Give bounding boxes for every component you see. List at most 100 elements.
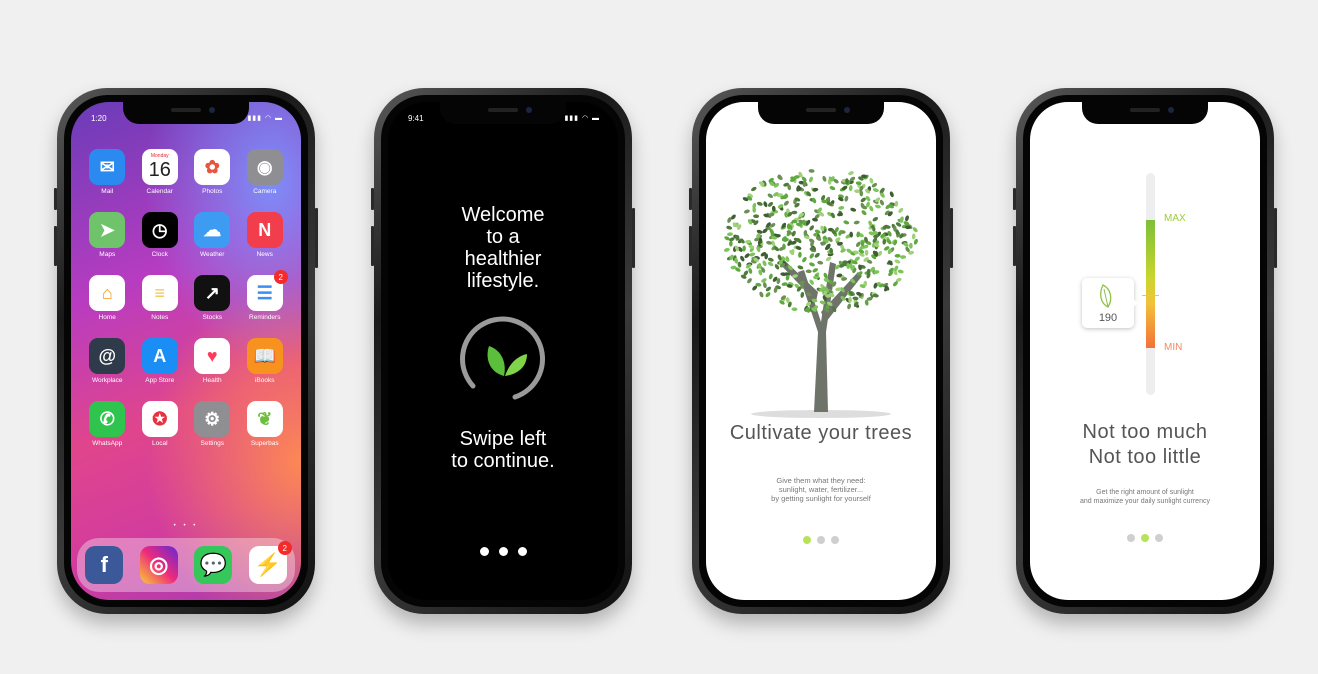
app-local[interactable]: ✪ Local [134, 401, 187, 447]
superbas-leaf-icon[interactable]: ❦ [246, 401, 283, 437]
leaf [861, 210, 867, 216]
sunlight-screen: MAX MIN 190 Not too much Not too little … [1030, 102, 1260, 600]
stocks-icon[interactable]: ↗ [194, 275, 231, 311]
reminders-icon[interactable]: ☰ 2 [246, 270, 288, 311]
app-calendar[interactable]: Monday 16 Calendar [134, 149, 187, 195]
dot[interactable] [1155, 534, 1163, 542]
app-ibooks[interactable]: 📖 iBooks [239, 338, 292, 384]
leaf [869, 205, 874, 212]
settings-icon[interactable]: ⚙ [194, 401, 231, 437]
app-label: Camera [253, 188, 277, 195]
leaf [809, 176, 813, 183]
leaf [763, 201, 768, 208]
home-icon[interactable]: ⌂ [89, 275, 126, 311]
dot[interactable] [1127, 534, 1135, 542]
app-clock[interactable]: ◷ Clock [134, 212, 187, 258]
app-maps[interactable]: ➤ Maps [81, 212, 134, 258]
leaf [822, 175, 827, 182]
leaf [766, 240, 773, 245]
leaf [723, 247, 730, 252]
leaf [812, 268, 818, 273]
onboarding-dots[interactable] [388, 543, 618, 561]
status-icons: ▮▮▮ ◠ ▬ [564, 115, 600, 122]
welcome-screen: 9:41 ▮▮▮ ◠ ▬ Welcome to a healthier life… [388, 102, 618, 600]
dot[interactable] [479, 547, 489, 556]
screen-title: Not too much Not too little [1082, 421, 1208, 468]
leaf [756, 201, 763, 206]
calendar-date: 16 [148, 159, 171, 181]
calendar-icon[interactable]: Monday 16 [141, 149, 178, 185]
app-store-icon[interactable]: A [141, 338, 178, 374]
app-label: Maps [99, 251, 116, 258]
messages-icon[interactable]: 💬 [194, 546, 233, 584]
app-label: Stocks [202, 314, 222, 321]
leaf [805, 269, 812, 274]
dot[interactable] [498, 547, 508, 556]
leaf [829, 186, 836, 191]
leaf [825, 256, 832, 262]
leaf [856, 231, 861, 238]
news-icon[interactable]: N [246, 212, 283, 248]
camera-icon[interactable]: ◉ [246, 149, 283, 185]
messenger-icon[interactable]: ⚡ 2 [248, 541, 292, 584]
leaf [747, 278, 752, 284]
app-photos[interactable]: ✿ Photos [186, 149, 239, 195]
status-icons: ▮▮▮ ◠ ▬ [247, 115, 283, 122]
app-notes[interactable]: ≡ Notes [134, 275, 187, 321]
onboarding-dots[interactable] [1030, 529, 1260, 547]
clock-icon[interactable]: ◷ [141, 212, 178, 248]
app-label: Notes [151, 314, 169, 321]
app-mail[interactable]: ✉ Mail [81, 149, 134, 195]
app-news[interactable]: N News [239, 212, 292, 258]
app-settings[interactable]: ⚙ Settings [186, 401, 239, 447]
sunlight-value: 190 [1098, 312, 1118, 324]
dot-active[interactable] [803, 536, 811, 544]
mail-icon[interactable]: ✉ [89, 149, 126, 185]
leaf [768, 273, 773, 280]
leaf [743, 209, 750, 214]
app-whatsapp[interactable]: ✆ WhatsApp [81, 401, 134, 447]
screen-description: Get the right amount of sunlight and max… [1080, 489, 1210, 505]
dot[interactable] [517, 547, 527, 556]
maps-icon[interactable]: ➤ [89, 212, 126, 248]
status-time: 9:41 [408, 114, 424, 123]
local-icon[interactable]: ✪ [141, 401, 178, 437]
app-health[interactable]: ♥ Health [186, 338, 239, 384]
app-home[interactable]: ⌂ Home [81, 275, 134, 321]
leaf [848, 185, 853, 192]
leaf [767, 261, 774, 267]
photos-icon[interactable]: ✿ [194, 149, 231, 185]
instagram-icon[interactable]: ◎ [139, 546, 178, 584]
leaf [894, 259, 901, 264]
app-label: App Store [145, 377, 175, 384]
notes-icon[interactable]: ≡ [141, 275, 178, 311]
app-app-store[interactable]: A App Store [134, 338, 187, 384]
leaf [864, 249, 869, 256]
dot-active[interactable] [1141, 534, 1149, 542]
weather-icon[interactable]: ☁ [194, 212, 231, 248]
leaf [852, 296, 859, 301]
app-weather[interactable]: ☁ Weather [186, 212, 239, 258]
sunlight-gauge-fill [1146, 220, 1155, 348]
leaf [798, 251, 802, 258]
status-time: 1:20 [91, 114, 107, 123]
whatsapp-icon[interactable]: ✆ [89, 401, 126, 437]
onboarding-dots[interactable] [706, 531, 936, 549]
leaf [814, 252, 820, 258]
app-camera[interactable]: ◉ Camera [239, 149, 292, 195]
app-workplace[interactable]: @ Workplace [81, 338, 134, 384]
facebook-icon[interactable]: f [85, 546, 124, 584]
health-icon[interactable]: ♥ [194, 338, 231, 374]
notification-badge: 2 [277, 541, 292, 555]
ibooks-icon[interactable]: 📖 [246, 338, 283, 374]
leaf [855, 181, 862, 186]
app-reminders[interactable]: ☰ 2 Reminders [239, 270, 292, 321]
dot[interactable] [817, 536, 825, 544]
app-superbas[interactable]: ❦ Superbas [239, 401, 292, 447]
leaf [742, 245, 746, 252]
app-stocks[interactable]: ↗ Stocks [186, 275, 239, 321]
leaf [879, 199, 884, 206]
dot[interactable] [831, 536, 839, 544]
workplace-icon[interactable]: @ [89, 338, 126, 374]
gauge-marker [1142, 295, 1159, 296]
